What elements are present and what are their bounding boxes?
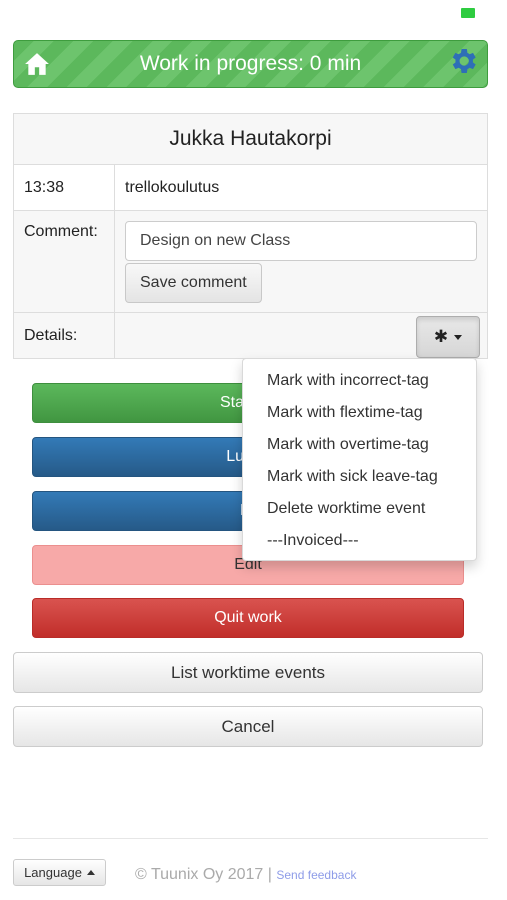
event-row: 13:38 trellokoulutus (14, 165, 487, 211)
menu-item-overtime-tag[interactable]: Mark with overtime-tag (243, 429, 476, 461)
send-feedback-link[interactable]: Send feedback (276, 868, 356, 882)
comment-controls: Save comment (115, 211, 487, 312)
cancel-button[interactable]: Cancel (13, 706, 483, 747)
quit-work-button[interactable]: Quit work (32, 598, 464, 638)
details-label: Details: (14, 313, 115, 358)
worktime-panel: Jukka Hautakorpi 13:38 trellokoulutus Co… (13, 113, 488, 359)
details-dropdown-menu: Mark with incorrect-tag Mark with flexti… (242, 358, 477, 561)
footer-divider (13, 838, 488, 839)
details-row: Details: ✱ (14, 313, 487, 358)
event-time: 13:38 (14, 165, 115, 210)
details-menu-toggle[interactable]: ✱ (416, 316, 480, 358)
asterisk-icon: ✱ (433, 327, 449, 346)
copyright: © Tuunix Oy 2017 (135, 866, 264, 883)
menu-item-sick-leave-tag[interactable]: Mark with sick leave-tag (243, 461, 476, 493)
list-worktime-events-button[interactable]: List worktime events (13, 652, 483, 693)
menu-item-invoiced[interactable]: ---Invoiced--- (243, 525, 476, 557)
footer-text: © Tuunix Oy 2017 | Send feedback (135, 866, 356, 884)
event-name: trellokoulutus (125, 179, 220, 196)
menu-item-flextime-tag[interactable]: Mark with flextime-tag (243, 397, 476, 429)
header-bar: Work in progress: 0 min (13, 40, 488, 88)
comment-label: Comment: (14, 211, 115, 312)
save-comment-button[interactable]: Save comment (125, 263, 262, 303)
language-label: Language (24, 865, 82, 880)
menu-item-incorrect-tag[interactable]: Mark with incorrect-tag (243, 365, 476, 397)
user-name: Jukka Hautakorpi (14, 114, 487, 165)
caret-up-icon (86, 870, 95, 875)
comment-row: Comment: Save comment (14, 211, 487, 313)
status-indicator (461, 8, 475, 18)
gear-icon[interactable] (447, 45, 479, 77)
language-button[interactable]: Language (13, 859, 106, 886)
caret-down-icon (454, 334, 463, 340)
comment-input[interactable] (125, 221, 477, 261)
footer-separator: | (267, 866, 272, 883)
header-title: Work in progress: 0 min (139, 52, 362, 75)
menu-item-delete-event[interactable]: Delete worktime event (243, 493, 476, 525)
